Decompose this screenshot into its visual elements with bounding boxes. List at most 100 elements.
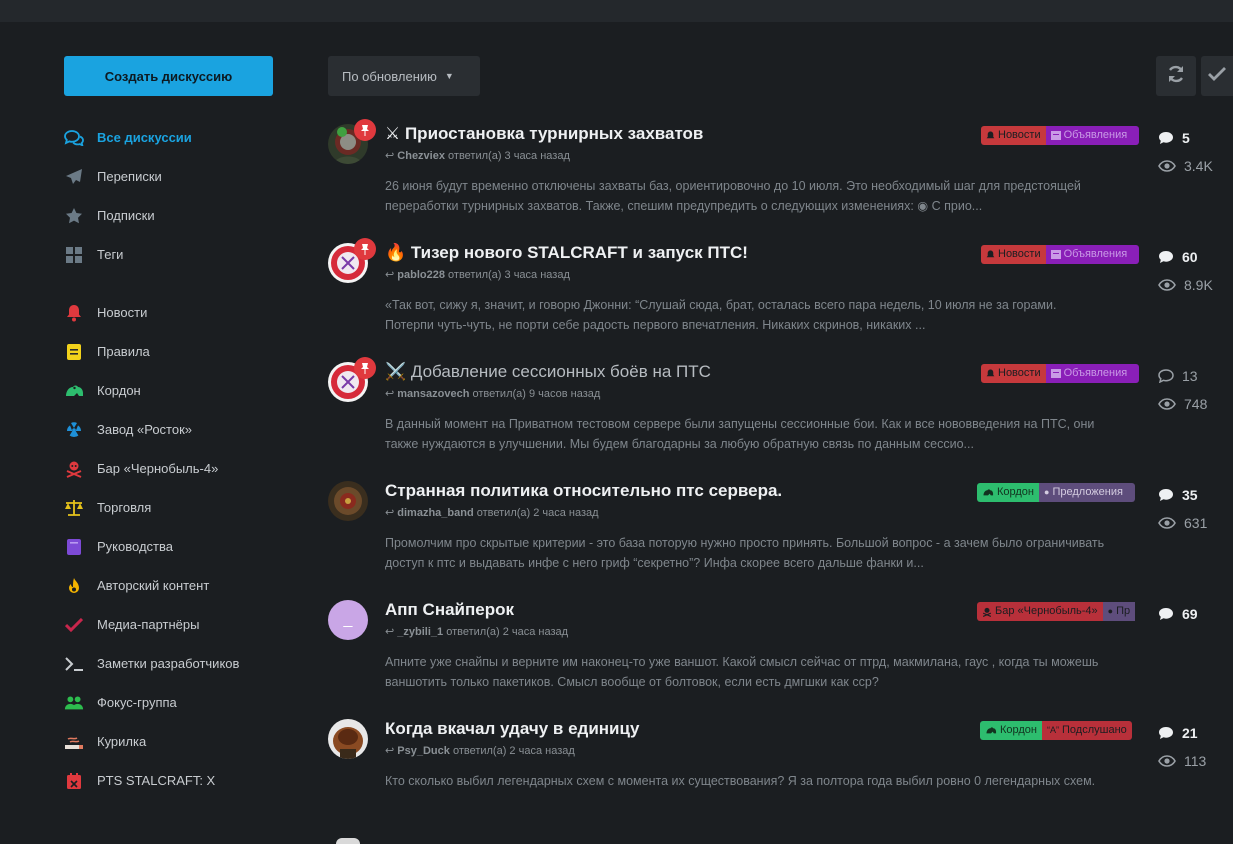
comment-icon (1159, 251, 1173, 263)
sidebar-item-label: Кордон (97, 383, 141, 398)
create-discussion-button[interactable]: Создать дискуссию (64, 56, 273, 96)
sidebar-item-label: Теги (97, 247, 124, 262)
discussion-meta: ↩ dimazha_band ответил(а) 2 часа назад (385, 506, 599, 519)
users-icon (64, 693, 84, 713)
sidebar-item-media-partners[interactable]: Медиа-партнёры (64, 605, 304, 644)
reply-icon: ↩ (385, 388, 398, 400)
sidebar-item-label: Завод «Росток» (97, 422, 192, 437)
eye-icon (1158, 160, 1176, 172)
reply-count: 21 (1158, 719, 1228, 747)
avatar[interactable] (328, 719, 368, 759)
tag-proposals[interactable]: ● Предложения (1039, 483, 1136, 502)
tag-label: Новости (998, 367, 1041, 379)
tag-overheard[interactable]: “A” Подслушано (1042, 721, 1132, 740)
discussion-title[interactable]: Когда вкачал удачу в единицу (385, 719, 639, 739)
sidebar-item-label: Медиа-партнёры (97, 617, 200, 632)
discussion-stats: 60 8.9K (1158, 243, 1228, 299)
discussion-item[interactable]: Когда вкачал удачу в единицу ↩ Psy_Duck … (328, 711, 1233, 830)
balance-scale-icon (64, 498, 84, 518)
discussion-item[interactable]: 🔥 Тизер нового STALCRAFT и запуск ПТС! ↩… (328, 235, 1233, 354)
comment-icon (1159, 608, 1173, 620)
sidebar-item-tags[interactable]: Теги (64, 235, 304, 274)
discussion-excerpt: Кто сколько выбил легендарных схем с мом… (385, 774, 1096, 788)
comment-icon (1159, 727, 1173, 739)
discussion-title[interactable]: Апп Снайперок (385, 600, 514, 620)
tag-announcements[interactable]: Объявления (1045, 126, 1139, 145)
tag-proposals[interactable]: ● Пр (1102, 602, 1136, 621)
th-large-icon (64, 245, 84, 265)
last-poster[interactable]: mansazovech (397, 388, 469, 400)
discussion-meta: ↩ Chezviex ответил(а) 3 часа назад (385, 149, 570, 162)
sidebar-item-subscriptions[interactable]: Подписки (64, 196, 304, 235)
sort-dropdown[interactable]: По обновлению ▼ (328, 56, 480, 96)
tag-list: Новости Объявления (981, 245, 1139, 264)
tag-announcements[interactable]: Объявления (1045, 245, 1139, 264)
sidebar-item-label: Авторский контент (97, 578, 210, 593)
discussion-item[interactable]: _ Апп Снайперок ↩ _zybili_1 ответил(а) 2… (328, 592, 1233, 711)
refresh-button[interactable] (1156, 56, 1196, 96)
sidebar-item-author-content[interactable]: Авторский контент (64, 566, 304, 605)
view-count: 748 (1158, 390, 1228, 418)
tag-news[interactable]: Новости (981, 126, 1046, 145)
sidebar-item-dev-notes[interactable]: Заметки разработчиков (64, 644, 304, 683)
discussion-stats: 35 631 (1158, 481, 1228, 537)
discussion-item[interactable]: ⚔️ Добавление сессионных боёв на ПТС ↩ m… (328, 354, 1233, 473)
last-poster[interactable]: dimazha_band (397, 507, 473, 519)
discussion-title[interactable]: ⚔ Приостановка турнирных захватов (385, 124, 703, 144)
discussion-title[interactable]: ⚔️ Добавление сессионных боёв на ПТС (385, 362, 711, 382)
sidebar-item-label: Правила (97, 344, 150, 359)
last-poster[interactable]: Psy_Duck (397, 745, 450, 757)
comment-outline-icon (1158, 369, 1174, 383)
reply-time: ответил(а) 3 часа назад (448, 269, 570, 281)
tag-label: Кордон (997, 486, 1035, 498)
discussion-title[interactable]: 🔥 Тизер нового STALCRAFT и запуск ПТС! (385, 243, 748, 263)
discussion-title[interactable]: Странная политика относительно птс серве… (385, 481, 782, 501)
tag-news[interactable]: Новости (981, 364, 1046, 383)
last-poster[interactable]: Chezviex (397, 150, 445, 162)
sidebar-item-news[interactable]: Новости (64, 293, 304, 332)
tag-news[interactable]: Новости (981, 245, 1046, 264)
pinned-icon (354, 357, 376, 379)
skull-crossbones-icon (64, 459, 84, 479)
discussion-item[interactable]: Странная политика относительно птс серве… (328, 473, 1233, 592)
sidebar-item-pts[interactable]: PTS STALCRAFT: X (64, 761, 304, 800)
sidebar-item-label: Фокус-группа (97, 695, 177, 710)
reply-icon: ↩ (385, 745, 398, 757)
tag-label: Бар «Чернобыль-4» (995, 605, 1098, 617)
avatar[interactable] (328, 481, 368, 521)
reply-icon: ↩ (385, 507, 398, 519)
tag-kordon[interactable]: Кордон (980, 721, 1043, 740)
book-icon (64, 537, 84, 557)
mark-all-read-button[interactable] (1201, 56, 1233, 96)
sidebar-item-private-messages[interactable]: Переписки (64, 157, 304, 196)
sidebar-item-focus-group[interactable]: Фокус-группа (64, 683, 304, 722)
discussion-item[interactable]: ⚔ Приостановка турнирных захватов ↩ Chez… (328, 116, 1233, 235)
sidebar-item-trade[interactable]: Торговля (64, 488, 304, 527)
tag-bar[interactable]: Бар «Чернобыль-4» (977, 602, 1103, 621)
sidebar-item-label: Руководства (97, 539, 173, 554)
avatar[interactable]: _ (328, 600, 368, 640)
star-icon (64, 206, 84, 226)
tag-label: Предложения (1052, 486, 1123, 498)
sidebar-item-rostok[interactable]: Завод «Росток» (64, 410, 304, 449)
lightbulb-icon: ● (1044, 487, 1050, 497)
tag-kordon[interactable]: Кордон (977, 483, 1040, 502)
rules-book-icon (64, 342, 84, 362)
sidebar-item-all-discussions[interactable]: Все дискуссии (64, 118, 304, 157)
avatar-partial (336, 838, 360, 844)
sidebar-item-rules[interactable]: Правила (64, 332, 304, 371)
tag-announcements[interactable]: Объявления (1045, 364, 1139, 383)
top-header-bar (0, 0, 1233, 22)
sidebar-item-bar[interactable]: Бар «Чернобыль-4» (64, 449, 304, 488)
last-poster[interactable]: _zybili_1 (397, 626, 443, 638)
sidebar-item-kordon[interactable]: Кордон (64, 371, 304, 410)
last-poster[interactable]: pablo228 (397, 269, 445, 281)
view-count: 8.9K (1158, 271, 1228, 299)
sidebar-item-label: Переписки (97, 169, 162, 184)
view-count: 631 (1158, 509, 1228, 537)
tag-label: Подслушано (1062, 724, 1127, 736)
sidebar-item-smoking-room[interactable]: Курилка (64, 722, 304, 761)
sidebar-item-label: Торговля (97, 500, 152, 515)
tag-label: Новости (998, 248, 1041, 260)
sidebar-item-guides[interactable]: Руководства (64, 527, 304, 566)
